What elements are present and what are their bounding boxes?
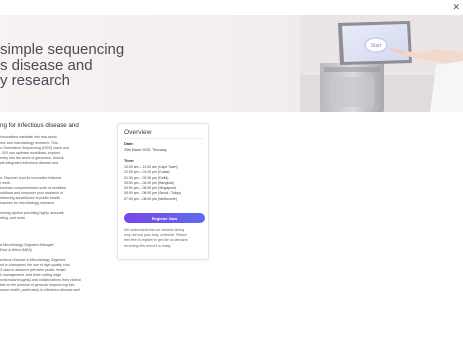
time-label: Time: xyxy=(124,158,135,163)
text-line: roaches for microbiology research. xyxy=(0,201,56,206)
register-now-button[interactable]: Register Now xyxy=(124,213,205,223)
top-bar: ✕ xyxy=(0,0,463,16)
text-line: East & Africa (MEA) xyxy=(0,247,32,252)
on-demand-note: We understand that our webinar timing ma… xyxy=(124,228,187,249)
learning-points: e: Discover how its innovative features … xyxy=(0,176,110,207)
learning-points-continued: encing system providing highly accurate … xyxy=(0,211,110,221)
hero-title-line: s disease and xyxy=(0,56,93,74)
overview-title: Overview xyxy=(124,129,152,136)
intro-paragraph: innovations translate into real-world nc… xyxy=(0,135,110,166)
start-label: Start xyxy=(371,43,382,49)
time-slot: 05:00 pm – 06:00 pm (Seoul / Tokyo) xyxy=(124,191,182,196)
text-line: nmon health, particularly in infectious … xyxy=(0,288,80,293)
hero-title-line: simple sequencing xyxy=(0,41,125,59)
event-description: ng for infectious disease and innovation… xyxy=(0,122,110,294)
close-icon[interactable]: ✕ xyxy=(452,1,460,13)
hero-banner: simple sequencing s disease and y resear… xyxy=(0,15,463,112)
sequencer-device-illustration: Start xyxy=(300,15,463,112)
time-slot: 07:00 pm – 08:00 pm (Melbourne) xyxy=(124,196,177,201)
speaker-bio: ectious Disease & Microbiology Segment n… xyxy=(0,258,110,294)
text-line: nting, and more xyxy=(0,215,25,220)
event-heading-line: ng for infectious disease and xyxy=(0,122,79,129)
hero-title: simple sequencing s disease and y resear… xyxy=(0,42,200,89)
text-line: recording this event it is ready. xyxy=(124,243,172,248)
overview-card: Overview Date: 25th March 2025, Thursday… xyxy=(117,123,209,260)
time-list: 10:00 am – 11:00 am (Cape Town) 12:00 pm… xyxy=(124,165,181,202)
divider xyxy=(124,138,203,139)
text-line: als integrated infectious disease and xyxy=(0,160,59,165)
date-value: 25th March 2025, Thursday xyxy=(124,148,167,152)
speaker-title: d Microbiology Segment Manager, East & A… xyxy=(0,243,110,253)
date-label: Date: xyxy=(124,141,134,146)
event-heading: ng for infectious disease and xyxy=(0,122,110,129)
hero-title-line: y research xyxy=(0,72,71,90)
text-line: feel free to register to get the on-dema… xyxy=(124,238,188,243)
